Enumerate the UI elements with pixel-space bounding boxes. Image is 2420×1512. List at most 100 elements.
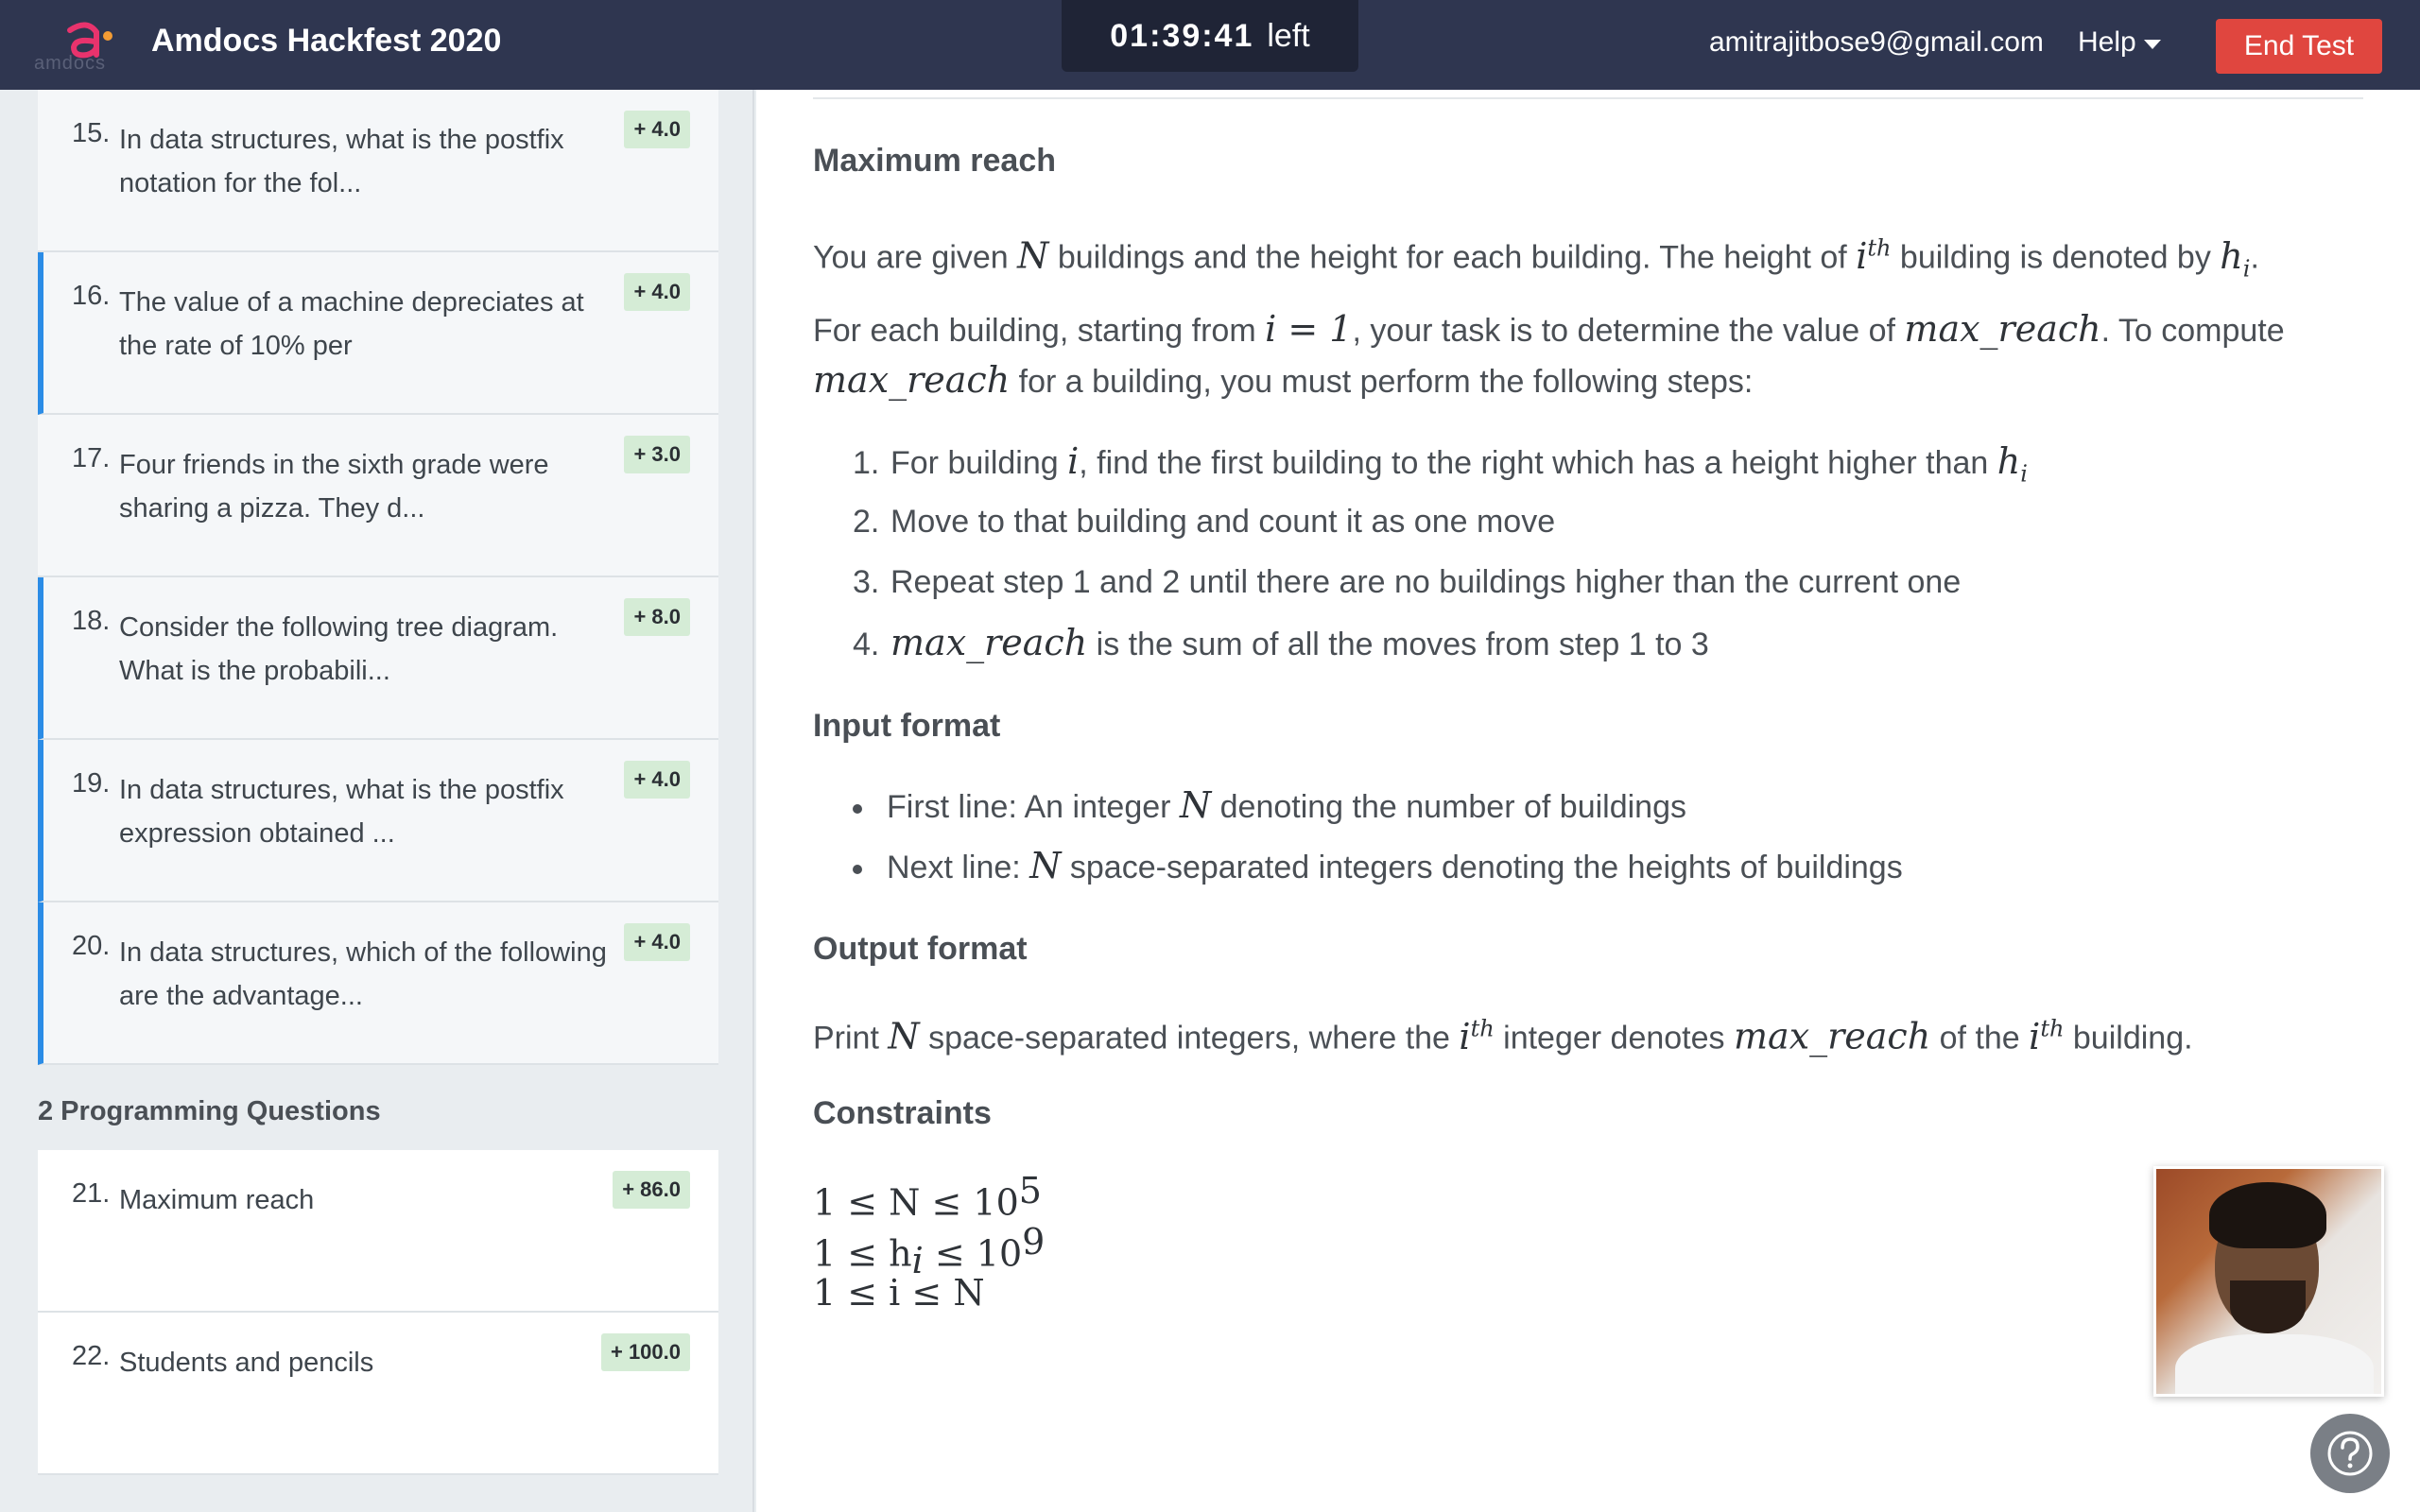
score-badge: + 4.0 (624, 761, 690, 799)
constraints-title: Constraints (813, 1095, 992, 1131)
input-line-1: First line: An integer N denoting the nu… (853, 780, 1686, 833)
help-menu[interactable]: Help (2078, 26, 2161, 59)
math-max-reach: max_reach (890, 622, 1088, 663)
text: denoting the number of buildings (1219, 789, 1686, 825)
question-number: 17. (72, 443, 111, 473)
score-badge: + 4.0 (624, 111, 690, 148)
text: Print (813, 1020, 879, 1057)
text: integer denotes (1503, 1020, 1725, 1057)
question-title: In data structures, which of the followi… (119, 937, 607, 1011)
math-n: N (1017, 234, 1049, 277)
input-format-title: Input format (813, 708, 1001, 744)
math-i-eq-1: i = 1 (1265, 308, 1353, 350)
math-i: i (2029, 1015, 2041, 1057)
math-h-i: hi (2220, 234, 2250, 283)
question-number: 16. (72, 281, 111, 311)
question-title: Consider the following tree diagram. Wha… (119, 612, 559, 686)
math-i-th: ith (2029, 1015, 2065, 1057)
text: You are given (813, 239, 1009, 276)
timer-suffix: left (1267, 17, 1310, 54)
question-title: The value of a machine depreciates at th… (119, 287, 584, 361)
text: , your task is to determine the value of (1352, 313, 1895, 349)
text: Move to that building and count it as on… (890, 504, 1556, 540)
math-i-th: ith (1856, 234, 1892, 277)
step-3: 3. Repeat step 1 and 2 until there are no… (853, 557, 1961, 608)
math-sub-i: i (2242, 255, 2251, 283)
question-number: 15. (72, 118, 111, 148)
question-title: Four friends in the sixth grade were sha… (119, 450, 549, 524)
text: space-separated integers denoting the he… (1069, 850, 1903, 885)
app-title: Amdocs Hackfest 2020 (151, 23, 502, 59)
step-number: 3. (853, 564, 880, 600)
score-badge: + 100.0 (600, 1333, 690, 1371)
top-bar: amdocs Amdocs Hackfest 2020 01:39:41 lef… (0, 0, 2420, 90)
question-item-21[interactable]: 21. Maximum reach + 86.0 (38, 1150, 718, 1313)
step-number: 4. (853, 627, 880, 662)
math-max-reach: max_reach (1734, 1015, 1931, 1057)
webcam-preview (2153, 1166, 2384, 1397)
step-4: 4. max_reach is the sum of all the moves … (853, 617, 1709, 670)
math-exponent: 9 (1022, 1221, 1046, 1263)
countdown-timer: 01:39:41 left (1062, 0, 1358, 72)
math-th: th (2040, 1015, 2065, 1041)
programming-section-title: 2 Programming Questions (38, 1096, 381, 1126)
math-n: N (1179, 784, 1212, 826)
input-line-2: Next line: N space-separated integers de… (853, 840, 1903, 893)
output-format-title: Output format (813, 931, 1028, 967)
question-item-19[interactable]: 19. In data structures, what is the post… (38, 740, 718, 902)
text: building is denoted by (1899, 239, 2211, 276)
text: building. (2072, 1020, 2193, 1057)
hair (2209, 1182, 2326, 1248)
question-item-18[interactable]: 18. Consider the following tree diagram.… (38, 577, 718, 740)
problem-task-line-2: max_reach for a building, you must perfo… (813, 354, 1753, 407)
text: is the sum of all the moves from step 1 … (1096, 627, 1709, 662)
text: First line: An integer (887, 789, 1171, 825)
help-float-button[interactable] (2310, 1414, 2390, 1493)
step-number: 2. (853, 504, 880, 540)
text: . To compute (2100, 313, 2285, 349)
math-n: N (888, 1015, 920, 1057)
end-test-button[interactable]: End Test (2216, 19, 2382, 74)
output-text: Print N space-separated integers, where … (813, 1003, 2193, 1064)
timer-value: 01:39:41 (1110, 17, 1254, 54)
question-item-22[interactable]: 22. Students and pencils + 100.0 (38, 1313, 718, 1475)
text: Repeat step 1 and 2 until there are no b… (890, 564, 1962, 600)
text: of the (1939, 1020, 2020, 1057)
step-1: 1. For building i, find the first buildin… (853, 436, 2028, 500)
user-email: amitrajitbose9@gmail.com (1709, 26, 2044, 58)
caret-down-icon (2143, 40, 2161, 49)
text: , find the first building to the right w… (1079, 445, 1989, 481)
question-number: 19. (72, 768, 111, 799)
question-number: 22. (72, 1341, 111, 1371)
text: For each building, starting from (813, 313, 1256, 349)
math-h-i: hi (1996, 440, 2028, 488)
question-number: 18. (72, 606, 111, 636)
question-number: 21. (72, 1178, 111, 1209)
step-number: 1. (853, 445, 880, 481)
help-label: Help (2078, 26, 2136, 58)
math-h: h (2220, 234, 2243, 277)
question-item-16[interactable]: 16. The value of a machine depreciates a… (38, 252, 718, 415)
math-n: N (1029, 845, 1062, 886)
bullet-icon (853, 865, 862, 875)
score-badge: + 8.0 (624, 598, 690, 636)
score-badge: + 4.0 (624, 273, 690, 311)
math-max-reach: max_reach (1904, 308, 2101, 350)
text: Next line: (887, 850, 1021, 885)
math-max-reach: max_reach (813, 359, 1011, 401)
math-i: i (1856, 234, 1868, 277)
step-2: 2. Move to that building and count it as … (853, 496, 1555, 547)
question-title: In data structures, what is the postfix … (119, 775, 564, 849)
math-h: h (1996, 440, 2021, 482)
question-item-20[interactable]: 20. In data structures, which of the fol… (38, 902, 718, 1065)
text: For building (890, 445, 1059, 481)
question-sidebar: 15. In data structures, what is the post… (0, 90, 754, 1512)
question-item-17[interactable]: 17. Four friends in the sixth grade were… (38, 415, 718, 577)
math-constraint: 1 ≤ i ≤ N (813, 1272, 985, 1314)
bullet-icon (853, 804, 862, 815)
question-title: Students and pencils (119, 1348, 374, 1378)
logo-text: amdocs (34, 53, 107, 74)
problem-task-line-1: For each building, starting from i = 1, … (813, 303, 2285, 356)
math-th: th (1867, 234, 1892, 261)
question-item-15[interactable]: 15. In data structures, what is the post… (38, 90, 718, 252)
